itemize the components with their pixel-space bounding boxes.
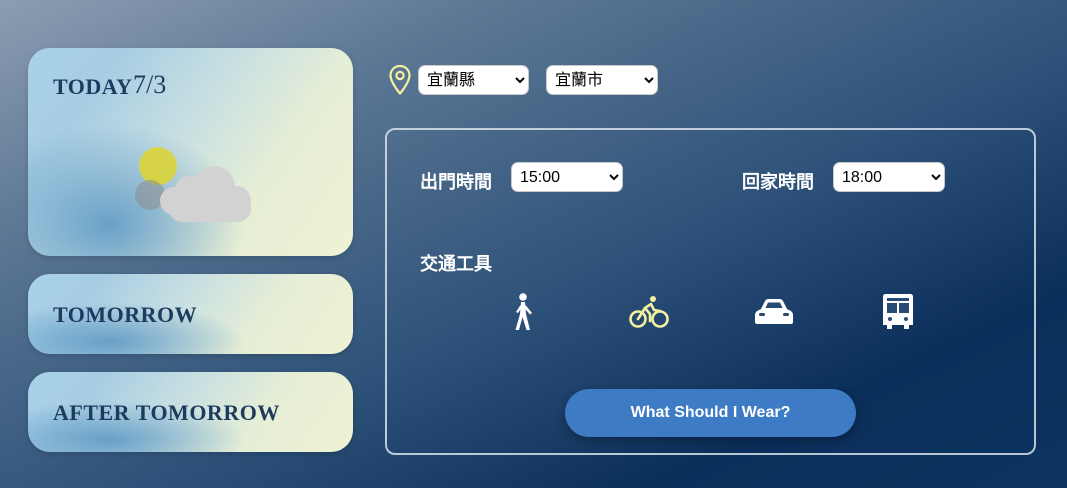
depart-time-select[interactable]: 15:00 xyxy=(511,162,623,192)
today-label: TODAY xyxy=(53,74,133,99)
today-card[interactable]: TODAY 7/3 xyxy=(28,48,353,256)
outfit-form-panel: 出門時間 15:00 回家時間 18:00 交通工具 What Should I… xyxy=(385,128,1036,455)
partly-cloudy-icon xyxy=(135,147,251,222)
walk-option[interactable] xyxy=(501,290,545,334)
bicycle-icon xyxy=(629,296,669,328)
bus-icon xyxy=(883,294,913,329)
location-pin-icon xyxy=(389,64,411,96)
after-tomorrow-label: AFTER TOMORROW xyxy=(53,400,280,425)
depart-time-label: 出門時間 xyxy=(420,172,492,192)
today-date: 7/3 xyxy=(133,70,167,99)
what-should-i-wear-button[interactable]: What Should I Wear? xyxy=(565,389,856,437)
walking-icon xyxy=(515,293,532,330)
return-time-label: 回家時間 xyxy=(742,172,814,192)
car-option[interactable] xyxy=(752,290,796,334)
after-tomorrow-card[interactable]: AFTER TOMORROW xyxy=(28,372,353,452)
location-row: 宜蘭縣 宜蘭市 xyxy=(388,64,658,96)
city-select[interactable]: 宜蘭市 xyxy=(546,65,658,95)
bus-option[interactable] xyxy=(876,290,920,334)
return-time-select[interactable]: 18:00 xyxy=(833,162,945,192)
county-select[interactable]: 宜蘭縣 xyxy=(418,65,529,95)
car-icon xyxy=(755,299,793,324)
tomorrow-card[interactable]: TOMORROW xyxy=(28,274,353,354)
transport-label: 交通工具 xyxy=(420,254,492,274)
bicycle-option[interactable] xyxy=(627,290,671,334)
tomorrow-label: TOMORROW xyxy=(53,302,198,327)
